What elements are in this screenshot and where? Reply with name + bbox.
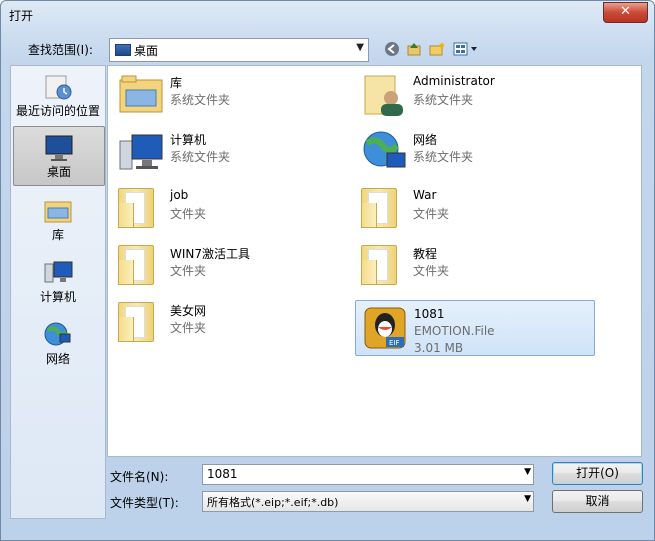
list-item[interactable]: 美女网 文件夹 (112, 296, 352, 350)
list-item[interactable]: job 文件夹 (112, 182, 352, 236)
item-name: Administrator (413, 74, 495, 88)
library-icon (44, 201, 72, 223)
title-bar: 打开 ✕ (1, 1, 654, 29)
place-desktop[interactable]: 桌面 (13, 126, 105, 186)
computer-icon (119, 134, 163, 170)
filename-value: 1081 (207, 467, 238, 481)
file-list: 库 系统文件夹 Administrator 系统文件夹 计算机 系统文件夹 网络… (107, 65, 642, 457)
place-libraries[interactable]: 库 (13, 194, 103, 250)
lookin-dropdown[interactable]: 桌面 ▼ (109, 38, 369, 62)
place-label: 网络 (45, 352, 70, 366)
folder-icon (361, 188, 397, 228)
folder-icon (118, 245, 154, 285)
item-size: 3.01 MB (414, 341, 464, 355)
list-item[interactable]: 计算机 系统文件夹 (112, 125, 352, 179)
open-dialog: 打开 ✕ 查找范围(I): 桌面 ▼ 最近访问的位置 桌面 库 计算机 网络 库… (0, 0, 655, 541)
item-name: 库 (170, 76, 183, 90)
cancel-button[interactable]: 取消 (552, 490, 643, 513)
item-type: 系统文件夹 (413, 93, 474, 107)
filetype-label: 文件类型(T): (110, 496, 179, 510)
user-folder-icon (364, 75, 403, 116)
place-label: 库 (51, 228, 64, 242)
item-type: EMOTION.File (414, 324, 495, 338)
library-icon (119, 75, 163, 113)
back-icon[interactable] (383, 41, 401, 59)
item-type: 系统文件夹 (170, 150, 231, 164)
desktop-icon (115, 44, 131, 56)
qq-emotion-file-icon: EIF (364, 307, 406, 349)
item-type: 文件夹 (413, 207, 450, 221)
item-name: 1081 (414, 307, 445, 321)
item-type: 系统文件夹 (170, 93, 231, 107)
chevron-down-icon[interactable]: ▼ (524, 467, 531, 477)
recent-places-icon (45, 75, 72, 100)
dialog-title: 打开 (9, 9, 34, 23)
folder-icon (361, 245, 397, 285)
filetype-value: 所有格式(*.eip;*.eif;*.db) (207, 496, 339, 509)
list-item[interactable]: 网络 系统文件夹 (355, 125, 595, 179)
chevron-down-icon[interactable]: ▼ (356, 42, 364, 53)
list-item[interactable]: Administrator 系统文件夹 (355, 68, 595, 122)
close-button[interactable]: ✕ (603, 2, 648, 23)
network-icon (363, 131, 406, 168)
lookin-label: 查找范围(I): (28, 43, 93, 57)
item-type: 系统文件夹 (413, 150, 474, 164)
view-menu-icon[interactable] (453, 41, 479, 59)
list-item[interactable]: WIN7激活工具 文件夹 (112, 239, 352, 293)
desktop-icon (45, 135, 73, 161)
svg-text:EIF: EIF (389, 339, 400, 347)
network-icon (44, 322, 71, 346)
folder-icon (118, 302, 154, 342)
list-item-selected[interactable]: EIF 1081 EMOTION.File 3.01 MB (355, 300, 595, 356)
lookin-value: 桌面 (134, 44, 159, 58)
item-name: 网络 (413, 133, 438, 147)
item-type: 文件夹 (170, 321, 207, 335)
place-recent[interactable]: 最近访问的位置 (13, 70, 103, 126)
computer-icon (44, 261, 73, 283)
place-label: 桌面 (46, 165, 71, 179)
up-folder-icon[interactable] (405, 41, 423, 59)
item-type: 文件夹 (170, 264, 207, 278)
new-folder-icon[interactable] (428, 41, 446, 59)
item-type: 文件夹 (170, 207, 207, 221)
place-computer[interactable]: 计算机 (13, 256, 103, 312)
open-button[interactable]: 打开(O) (552, 462, 643, 485)
place-network[interactable]: 网络 (13, 318, 103, 374)
filetype-select[interactable]: 所有格式(*.eip;*.eif;*.db) ▼ (202, 491, 534, 512)
item-name: job (170, 188, 189, 202)
folder-icon (118, 188, 154, 228)
filename-label: 文件名(N): (110, 470, 169, 484)
place-label: 计算机 (39, 290, 76, 304)
places-bar: 最近访问的位置 桌面 库 计算机 网络 (10, 65, 106, 519)
item-name: 教程 (413, 247, 438, 261)
list-item[interactable]: 教程 文件夹 (355, 239, 595, 293)
filename-input[interactable]: 1081 ▼ (202, 464, 534, 485)
list-item[interactable]: 库 系统文件夹 (112, 68, 352, 122)
item-name: WIN7激活工具 (170, 247, 251, 261)
item-name: 美女网 (170, 304, 207, 318)
place-label: 最近访问的位置 (15, 104, 100, 118)
item-name: 计算机 (170, 133, 207, 147)
item-type: 文件夹 (413, 264, 450, 278)
chevron-down-icon[interactable]: ▼ (524, 494, 531, 504)
item-name: War (413, 188, 437, 202)
list-item[interactable]: War 文件夹 (355, 182, 595, 236)
